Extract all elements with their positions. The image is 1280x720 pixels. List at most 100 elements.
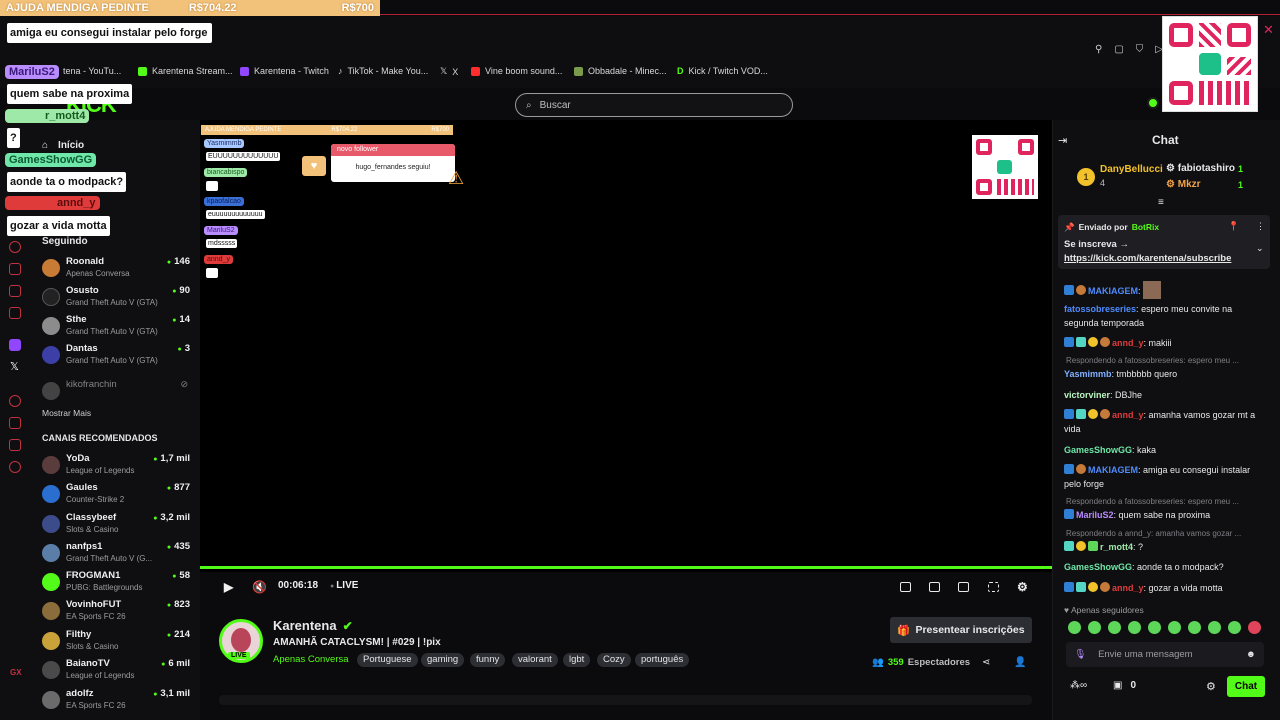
leaderboard-entry-value: 1 [1238, 180, 1244, 190]
pin-icon[interactable]: ⚲ [1095, 44, 1102, 55]
recommended-channel[interactable]: BaianoTVLeague of Legends6 mil [42, 658, 192, 684]
sidebar-icon-4[interactable] [9, 307, 21, 319]
pinned-link[interactable]: https://kick.com/karentena/subscribe [1064, 253, 1231, 264]
overlay-chat-message: quem sabe na proxima [7, 84, 133, 104]
mini-chat-name: kpaofalcao [204, 197, 244, 206]
recommended-channel[interactable]: nanfps1Grand Theft Auto V (G...435 [42, 541, 192, 567]
channel-points[interactable]: ▣ 0 [1113, 680, 1136, 691]
bookmark-tiktok[interactable]: ♪ TikTok - Make You... [338, 66, 428, 76]
clip-icon[interactable] [929, 582, 940, 592]
settings-gear-icon[interactable]: ⚙ [1017, 580, 1028, 594]
chat-settings-icon[interactable]: ⚙ [1206, 680, 1216, 693]
share-icon[interactable]: ⋖ [982, 657, 990, 668]
emote-icon[interactable] [1248, 621, 1261, 634]
emote-icon[interactable] [1208, 621, 1221, 634]
nav-home[interactable]: ⌂ Início [42, 140, 84, 151]
leaderboard-entry[interactable]: ⚙ fabiotashiro [1166, 163, 1235, 174]
stream-category[interactable]: Apenas Conversa [273, 654, 349, 665]
recommended-channel[interactable]: GaulesCounter-Strike 2877 [42, 482, 192, 508]
play-icon[interactable]: ▶ [224, 580, 233, 594]
recommended-channel[interactable]: adolfzEA Sports FC 263,1 mil [42, 688, 192, 714]
tag[interactable]: funny [470, 653, 506, 667]
extension-status-icon[interactable] [1147, 97, 1159, 109]
mute-icon[interactable]: 🔇 [252, 580, 267, 594]
tag[interactable]: Cozy [597, 653, 631, 667]
extensions-icon[interactable]: ▢ [1114, 44, 1123, 55]
expand-leaderboard-icon[interactable]: ≡ [1158, 197, 1164, 208]
bookmark-karentena-stream[interactable]: Karentena Stream... [138, 66, 233, 76]
gift-subs-button[interactable]: 🎁 Presentear inscrições [890, 617, 1032, 643]
overlay-chat-message: ? [7, 128, 20, 148]
bookmark-obbadale[interactable]: Obbadale - Minec... [574, 66, 667, 76]
avatar [42, 382, 60, 400]
donation-current: R$704.22 [188, 2, 237, 14]
tag[interactable]: lgbt [563, 653, 591, 667]
channel-name-row[interactable]: Karentena ✔ [273, 618, 353, 633]
bookmark-kick-twitch-vod[interactable]: D Kick / Twitch VOD... [677, 66, 768, 76]
chevron-down-icon[interactable]: ⌄ [1256, 243, 1264, 254]
following-channel[interactable]: Osusto Grand Theft Auto V (GTA) 90 [42, 285, 192, 311]
x-sidebar-icon[interactable]: 𝕏 [10, 360, 19, 373]
emote-icon[interactable] [1168, 621, 1181, 634]
following-channel[interactable]: Sthe Grand Theft Auto V (GTA) 14 [42, 314, 192, 340]
sidebar-icon-7[interactable] [9, 439, 21, 451]
bookmark-youtube[interactable]: tena - YouTu... [63, 66, 121, 76]
sidebar-icon-3[interactable] [9, 285, 21, 297]
miniplayer-icon[interactable] [900, 582, 911, 592]
points-icon[interactable]: ⁂∞ [1070, 680, 1087, 691]
progress-bar[interactable] [200, 566, 1052, 569]
bookmark-karentena-twitch[interactable]: Karentena - Twitch [240, 66, 329, 76]
following-channel[interactable]: Roonald Apenas Conversa 146 [42, 256, 192, 282]
bookmark-x[interactable]: 𝕏X [440, 66, 458, 77]
settings-sidebar-icon[interactable] [9, 461, 21, 473]
tag[interactable]: Portuguese [357, 653, 418, 667]
reply-context: Respondendo a annd_y: amanha vamos gozar… [1066, 529, 1242, 538]
show-more-link[interactable]: Mostrar Mais [42, 408, 91, 418]
recommended-channel[interactable]: FilthySlots & Casino214 [42, 629, 192, 655]
leaderboard-top-name[interactable]: DanyBellucci [1100, 164, 1163, 175]
x-icon: 𝕏 [440, 66, 448, 76]
chat-input[interactable]: 🎙 Envie uma mensagem ☻ [1066, 642, 1264, 667]
emote-icon[interactable] [1228, 621, 1241, 634]
fullscreen-icon[interactable] [988, 582, 999, 592]
emote-icon[interactable] [1188, 621, 1201, 634]
following-channel-offline[interactable]: kikofranchin ⊘ [42, 379, 192, 405]
follow-user-icon[interactable]: 👤 [1014, 657, 1026, 668]
close-icon[interactable]: ✕ [1263, 22, 1274, 38]
sidebar-icon-1[interactable] [9, 241, 21, 253]
collapse-chat-icon[interactable]: ⇥ [1058, 134, 1067, 147]
shield-icon[interactable]: ⛉ [1136, 44, 1144, 55]
emote-icon[interactable] [1148, 621, 1161, 634]
emoji-icon[interactable]: ☻ [1246, 649, 1256, 660]
theater-mode-icon[interactable] [958, 582, 969, 592]
tag[interactable]: valorant [512, 653, 558, 667]
chat-message: MariluS2: quem sabe na proxima [1064, 508, 1269, 522]
emote-icon[interactable] [1108, 621, 1121, 634]
search-input[interactable]: ⌕ Buscar [515, 93, 793, 117]
mini-chat-emote [206, 181, 218, 191]
sidebar-footer-icon[interactable]: GX [10, 668, 22, 677]
sidebar-icon-6[interactable] [9, 417, 21, 429]
twitch-sidebar-icon[interactable] [9, 339, 21, 351]
sidebar-icon-5[interactable] [9, 395, 21, 407]
recommended-channel[interactable]: ClassybeefSlots & Casino3,2 mil [42, 512, 192, 538]
emote-icon[interactable] [1068, 621, 1081, 634]
recommended-channel[interactable]: YoDaLeague of Legends1,7 mil [42, 453, 192, 479]
chat-message: victorviner: DBJhe [1064, 390, 1143, 400]
more-options-icon[interactable]: ⋮ [1256, 221, 1265, 232]
recommended-channel[interactable]: FROGMAN1PUBG: Battlegrounds58 [42, 570, 192, 596]
emote-icon[interactable] [1128, 621, 1141, 634]
tab-strip-divider [380, 14, 1280, 15]
tag[interactable]: gaming [421, 653, 465, 667]
bookmark-vine-boom[interactable]: Vine boom sound... [471, 66, 562, 76]
microphone-icon[interactable]: 🎙 [1074, 649, 1086, 660]
emote-icon[interactable] [1088, 621, 1101, 634]
recommended-channel[interactable]: VovinhoFUTEA Sports FC 26823 [42, 599, 192, 625]
video-player[interactable]: AJUDA MENDIGA PEDINTE R$704.22 R$700 Yasmi… [200, 120, 1052, 598]
following-channel[interactable]: Dantas Grand Theft Auto V (GTA) 3 [42, 343, 192, 369]
sidebar-icon-2[interactable] [9, 263, 21, 275]
tag[interactable]: português [635, 653, 690, 667]
send-chat-button[interactable]: Chat [1227, 676, 1265, 697]
unpin-icon[interactable]: 📍 [1228, 221, 1239, 232]
leaderboard-entry[interactable]: ⚙ Mkzr [1166, 179, 1201, 190]
